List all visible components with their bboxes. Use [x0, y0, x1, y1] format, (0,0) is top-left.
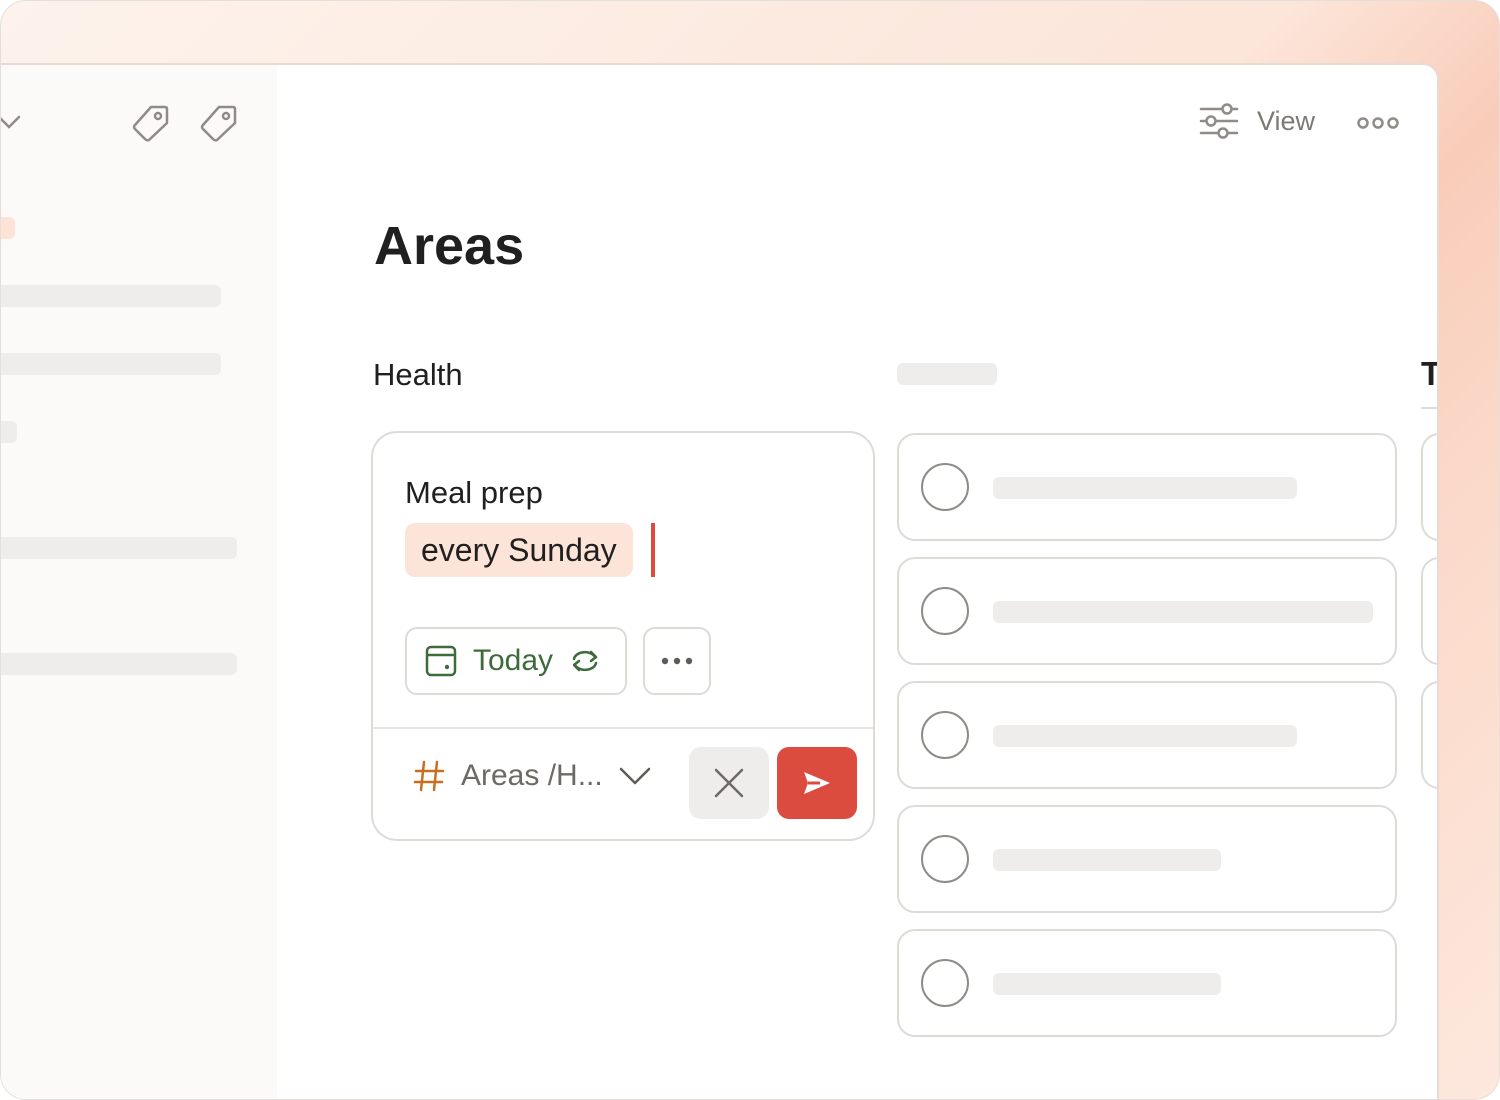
task-card[interactable]	[1421, 433, 1437, 541]
app-frame: View Areas Health T Meal prep every Sund…	[0, 0, 1500, 1100]
chevron-down-icon[interactable]	[0, 107, 25, 137]
section-underline	[1421, 407, 1437, 409]
view-settings-icon	[1199, 103, 1239, 139]
task-card[interactable]	[1421, 557, 1437, 665]
divider	[373, 727, 873, 729]
task-checkbox[interactable]	[921, 463, 969, 511]
sidebar-item-placeholder[interactable]	[1, 285, 221, 307]
task-card[interactable]	[897, 557, 1397, 665]
due-date-button[interactable]: Today	[405, 627, 627, 695]
task-editor: Meal prep every Sunday Today Areas /H...	[371, 431, 875, 841]
task-title-placeholder	[993, 973, 1221, 995]
calendar-icon	[425, 645, 457, 677]
cancel-button[interactable]	[689, 747, 769, 819]
task-card[interactable]	[897, 929, 1397, 1037]
recurrence-highlight[interactable]: every Sunday	[405, 523, 633, 577]
task-title-placeholder	[993, 725, 1297, 747]
task-card[interactable]	[897, 433, 1397, 541]
sidebar-item-placeholder[interactable]	[1, 653, 237, 675]
task-title-placeholder	[993, 477, 1297, 499]
task-checkbox[interactable]	[921, 587, 969, 635]
task-checkbox[interactable]	[921, 835, 969, 883]
section-title-health[interactable]: Health	[373, 357, 463, 393]
app-window: View Areas Health T Meal prep every Sund…	[0, 63, 1439, 1099]
sidebar	[0, 65, 277, 1099]
more-icon[interactable]	[1357, 115, 1399, 131]
task-card[interactable]	[1421, 681, 1437, 789]
task-checkbox[interactable]	[921, 959, 969, 1007]
recurring-icon	[572, 650, 598, 672]
project-label: Areas /H...	[461, 759, 603, 792]
tag-icon[interactable]	[199, 103, 239, 143]
view-button[interactable]: View	[1199, 101, 1315, 141]
section-title-placeholder[interactable]	[897, 363, 997, 385]
tag-icon[interactable]	[131, 103, 171, 143]
view-label: View	[1257, 105, 1316, 136]
hash-icon	[413, 760, 445, 792]
task-name-input[interactable]: Meal prep	[405, 475, 543, 511]
close-icon	[714, 768, 744, 798]
due-date-label: Today	[473, 644, 554, 677]
sidebar-item-placeholder[interactable]	[1, 537, 237, 559]
submit-button[interactable]	[777, 747, 857, 819]
task-card[interactable]	[897, 805, 1397, 913]
sidebar-item-placeholder[interactable]	[1, 353, 221, 375]
page-title: Areas	[374, 216, 525, 276]
text-caret	[651, 523, 655, 577]
send-icon	[804, 772, 830, 794]
more-icon	[661, 657, 693, 665]
sidebar-item-placeholder[interactable]	[1, 421, 17, 443]
task-card[interactable]	[897, 681, 1397, 789]
task-title-placeholder	[993, 601, 1373, 623]
section-title-partial[interactable]: T	[1421, 355, 1437, 393]
task-title-placeholder	[993, 849, 1221, 871]
project-picker[interactable]: Areas /H...	[413, 759, 651, 793]
more-actions-button[interactable]	[643, 627, 711, 695]
sidebar-item-active[interactable]	[1, 217, 15, 239]
chevron-down-icon	[619, 767, 650, 785]
task-checkbox[interactable]	[921, 711, 969, 759]
